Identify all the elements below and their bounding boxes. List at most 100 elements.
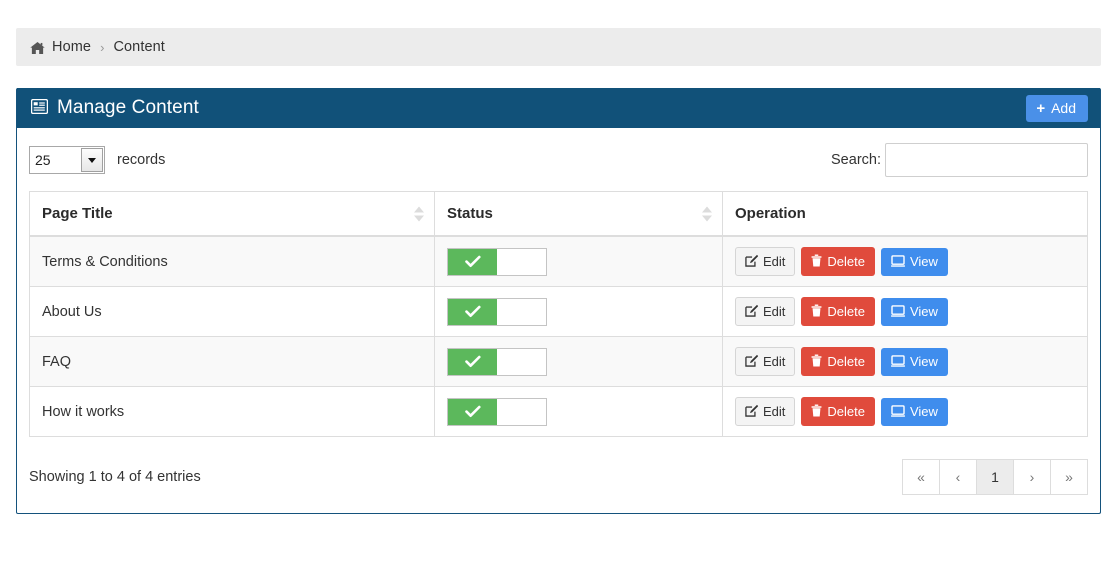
pencil-square-icon (745, 354, 759, 369)
status-toggle[interactable] (447, 397, 547, 426)
check-icon (448, 248, 497, 275)
check-icon (448, 348, 497, 375)
entries-info: Showing 1 to 4 of 4 entries (29, 469, 201, 485)
panel-header: Manage Content + Add (17, 88, 1100, 128)
status-toggle[interactable] (447, 247, 547, 276)
view-button[interactable]: View (880, 247, 948, 276)
table-header-row: Page Title Status Operation (29, 191, 1088, 237)
cell-status (434, 235, 723, 287)
edit-button-label: Edit (763, 404, 786, 419)
breadcrumb-separator: › (100, 39, 105, 55)
trash-icon (811, 354, 822, 369)
search-control: Search: (831, 143, 1088, 177)
breadcrumb-item-home[interactable]: Home (52, 39, 91, 55)
delete-button[interactable]: Delete (801, 397, 875, 426)
delete-button[interactable]: Delete (801, 347, 875, 376)
delete-button-label: Delete (827, 404, 865, 419)
monitor-icon (891, 354, 905, 369)
pencil-square-icon (745, 404, 759, 419)
edit-button[interactable]: Edit (735, 397, 796, 426)
pagination-page-1[interactable]: 1 (976, 459, 1014, 495)
edit-button-label: Edit (763, 254, 786, 269)
toggle-off-half (497, 348, 546, 375)
table-body: Terms & Conditions Edit Delete View Abou… (29, 235, 1088, 437)
status-toggle[interactable] (447, 297, 547, 326)
plus-icon: + (1036, 99, 1046, 117)
status-toggle[interactable] (447, 347, 547, 376)
pagination-first[interactable]: « (902, 459, 940, 495)
records-label: records (117, 152, 166, 168)
view-button[interactable]: View (880, 397, 948, 426)
toggle-off-half (497, 298, 546, 325)
cell-page-title: Terms & Conditions (29, 235, 435, 287)
cell-operation: Edit Delete View (722, 336, 1088, 387)
delete-button-label: Delete (827, 304, 865, 319)
search-input[interactable] (885, 143, 1088, 177)
edit-button-label: Edit (763, 304, 786, 319)
datatable-footer: Showing 1 to 4 of 4 entries « ‹ 1 › » (29, 459, 1088, 495)
panel-title-text: Manage Content (57, 97, 199, 118)
delete-button[interactable]: Delete (801, 297, 875, 326)
datatable-controls: 25 records Search: (29, 141, 1088, 179)
content-table: Page Title Status Operation Terms & Cond… (29, 191, 1088, 437)
edit-button[interactable]: Edit (735, 247, 796, 276)
table-row: Terms & Conditions Edit Delete View (29, 235, 1088, 287)
page-title: Manage Content (30, 97, 199, 120)
delete-button[interactable]: Delete (801, 247, 875, 276)
chevron-down-icon[interactable] (81, 148, 103, 172)
panel-body: 25 records Search: Page Title Status Ope… (17, 128, 1100, 513)
column-header-status[interactable]: Status (434, 191, 723, 237)
view-button[interactable]: View (880, 347, 948, 376)
breadcrumb: Home › Content (16, 28, 1101, 66)
cell-page-title: How it works (29, 386, 435, 437)
records-per-page-value: 25 (35, 152, 51, 168)
pencil-square-icon (745, 304, 759, 319)
column-header-operation-label: Operation (735, 205, 806, 222)
trash-icon (811, 254, 822, 269)
pagination-next[interactable]: › (1013, 459, 1051, 495)
view-button-label: View (909, 254, 938, 269)
pagination: « ‹ 1 › » (902, 459, 1088, 495)
edit-button[interactable]: Edit (735, 347, 796, 376)
column-header-status-label: Status (447, 205, 493, 222)
table-head: Page Title Status Operation (29, 191, 1088, 237)
sort-indicator-icon (414, 206, 424, 221)
trash-icon (811, 404, 822, 419)
monitor-icon (891, 304, 905, 319)
view-button-label: View (909, 304, 938, 319)
column-header-page-title[interactable]: Page Title (29, 191, 435, 237)
operation-buttons: Edit Delete View (735, 397, 1075, 426)
operation-buttons: Edit Delete View (735, 297, 1075, 326)
cell-operation: Edit Delete View (722, 235, 1088, 287)
toggle-off-half (497, 398, 546, 425)
operation-buttons: Edit Delete View (735, 247, 1075, 276)
view-button[interactable]: View (880, 297, 948, 326)
view-button-label: View (909, 354, 938, 369)
monitor-icon (891, 254, 905, 269)
view-button-label: View (909, 404, 938, 419)
cell-status (434, 286, 723, 337)
delete-button-label: Delete (827, 354, 865, 369)
pagination-previous[interactable]: ‹ (939, 459, 977, 495)
check-icon (448, 298, 497, 325)
table-row: FAQ Edit Delete View (29, 336, 1088, 387)
column-header-operation: Operation (722, 191, 1088, 237)
check-icon (448, 398, 497, 425)
trash-icon (811, 304, 822, 319)
edit-button[interactable]: Edit (735, 297, 796, 326)
cell-operation: Edit Delete View (722, 386, 1088, 437)
cell-status (434, 386, 723, 437)
edit-button-label: Edit (763, 354, 786, 369)
pencil-square-icon (745, 254, 759, 269)
pagination-last[interactable]: » (1050, 459, 1088, 495)
search-label: Search: (831, 152, 881, 168)
cell-operation: Edit Delete View (722, 286, 1088, 337)
toggle-off-half (497, 248, 546, 275)
delete-button-label: Delete (827, 254, 865, 269)
add-button[interactable]: + Add (1026, 94, 1088, 122)
records-per-page-select[interactable]: 25 (29, 146, 105, 174)
cell-page-title: About Us (29, 286, 435, 337)
list-alt-icon (30, 98, 49, 120)
cell-status (434, 336, 723, 387)
breadcrumb-item-content: Content (113, 39, 165, 55)
